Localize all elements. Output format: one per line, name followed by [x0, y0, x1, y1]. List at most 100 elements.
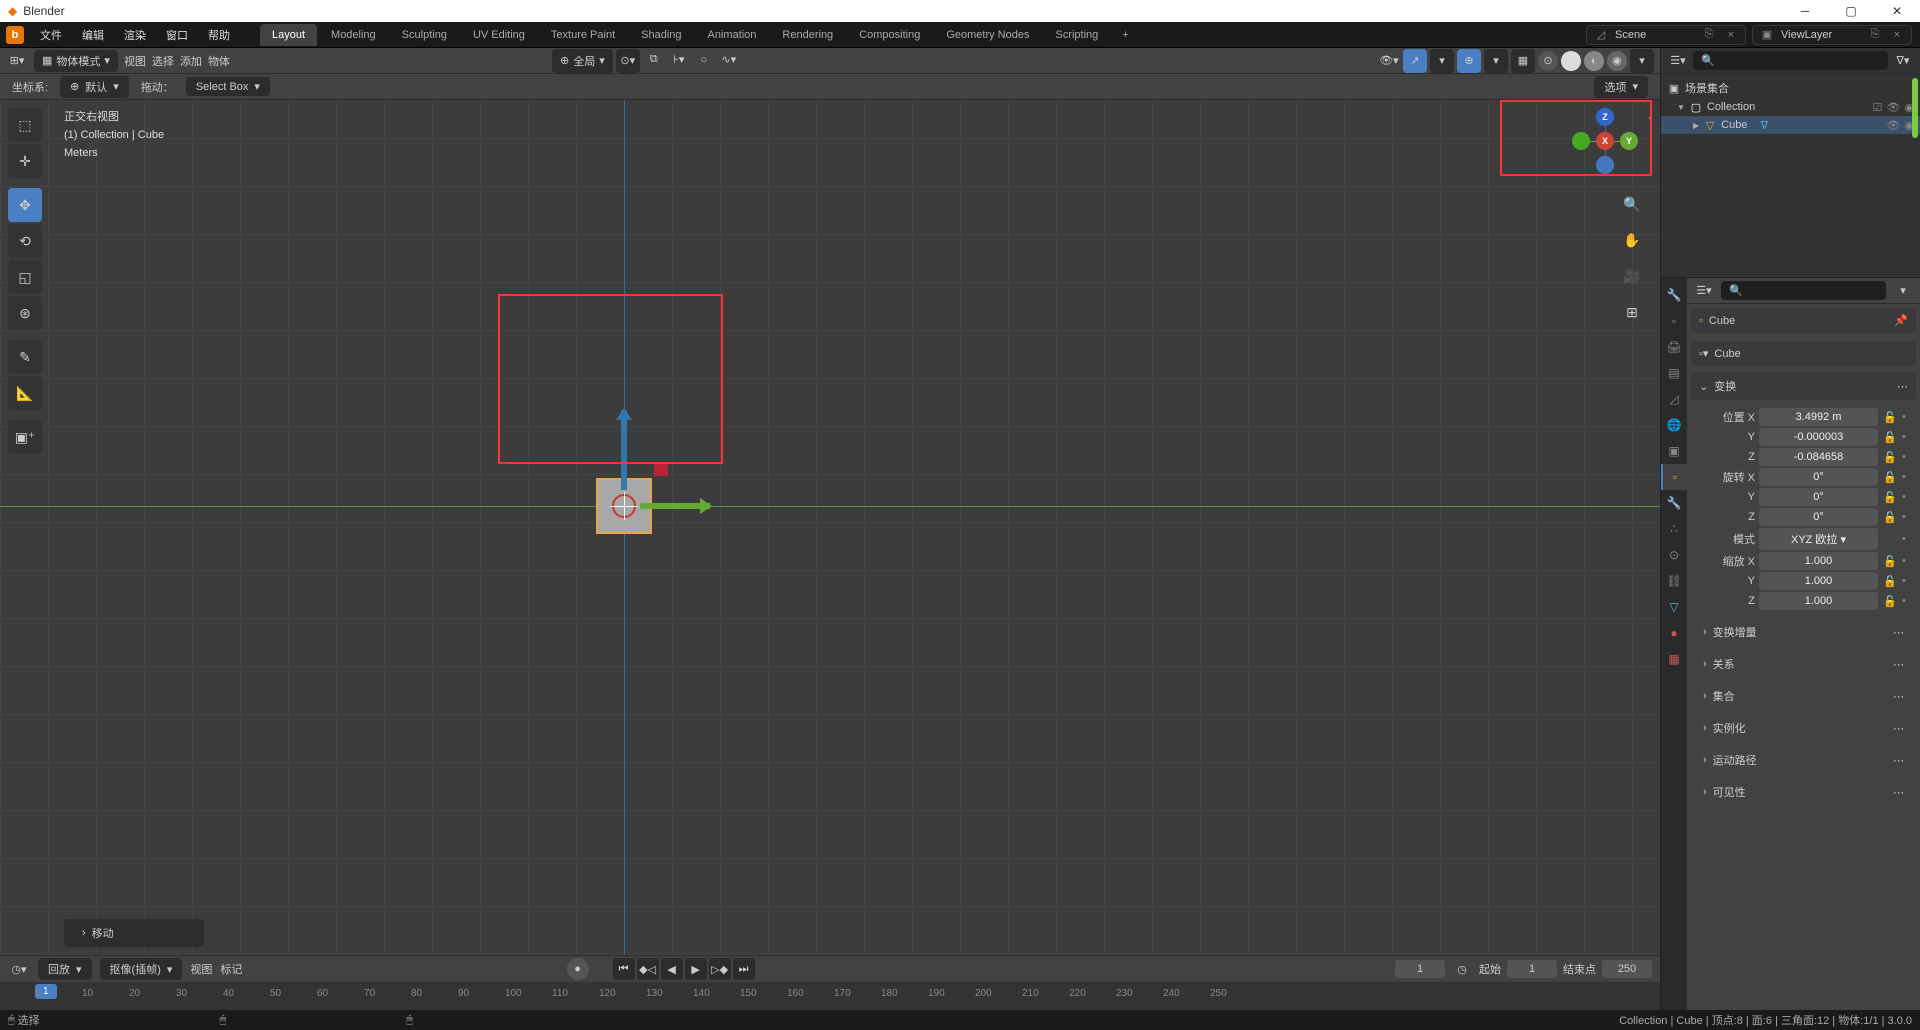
- ptab-output[interactable]: 🖨: [1661, 334, 1687, 360]
- rot-y-field[interactable]: 0°: [1759, 488, 1878, 506]
- lock-icon[interactable]: 🔓: [1882, 491, 1898, 504]
- ptab-tool[interactable]: 🔧: [1661, 282, 1687, 308]
- play-reverse-icon[interactable]: ◀: [661, 958, 683, 980]
- timeline-marker-menu[interactable]: 标记: [220, 961, 242, 977]
- pan-icon[interactable]: ✋: [1618, 226, 1646, 254]
- tree-cube[interactable]: ▶ ▽ Cube ∇ 👁◉: [1661, 116, 1920, 134]
- shade-options[interactable]: ▾: [1630, 49, 1654, 73]
- rot-mode-field[interactable]: XYZ 欧拉 ▾: [1759, 528, 1878, 550]
- tab-modeling[interactable]: Modeling: [319, 24, 388, 46]
- vis-panel[interactable]: ›可见性⋯: [1691, 778, 1916, 806]
- pivot-button[interactable]: ⊙▾: [616, 49, 640, 73]
- delta-panel[interactable]: ›变换增量⋯: [1691, 618, 1916, 646]
- props-search[interactable]: 🔍: [1721, 281, 1886, 300]
- tab-texture[interactable]: Texture Paint: [539, 24, 627, 46]
- last-operator-panel[interactable]: › 移动: [64, 919, 204, 947]
- tool-cursor[interactable]: ✛: [8, 144, 42, 178]
- instancing-panel[interactable]: ›实例化⋯: [1691, 714, 1916, 742]
- ptab-material[interactable]: ●: [1661, 620, 1687, 646]
- viewlayer-name-input[interactable]: [1781, 29, 1861, 41]
- outliner-scrollbar[interactable]: [1912, 78, 1918, 138]
- filter-icon[interactable]: ∇▾: [1892, 50, 1914, 72]
- transform-panel-header[interactable]: ⌄ 变换 ⋯: [1691, 372, 1916, 400]
- orientation-selector[interactable]: ⊕全局▾: [552, 49, 613, 73]
- pin-icon[interactable]: 📌: [1894, 314, 1908, 327]
- pin-icon[interactable]: ⎘: [1701, 27, 1717, 43]
- eye-icon[interactable]: 👁: [1886, 101, 1900, 114]
- overlay-options[interactable]: ▾: [1484, 49, 1508, 73]
- tool-annotate[interactable]: ✎: [8, 340, 42, 374]
- next-key-icon[interactable]: ▷◆: [709, 958, 731, 980]
- close-button[interactable]: ✕: [1874, 0, 1920, 22]
- camera-view-icon[interactable]: 🎥: [1618, 262, 1646, 290]
- menu-render[interactable]: 渲染: [114, 23, 156, 47]
- new-layer-icon[interactable]: ⎘: [1867, 27, 1883, 43]
- tool-addcube[interactable]: ▣⁺: [8, 420, 42, 454]
- editor-type-icon[interactable]: ⊞▾: [6, 50, 28, 72]
- tool-select[interactable]: ⬚: [8, 108, 42, 142]
- options-dropdown[interactable]: 选项 ▾: [1594, 76, 1648, 98]
- lock-icon[interactable]: 🔓: [1882, 411, 1898, 424]
- tree-scene-collection[interactable]: ▣ 场景集合: [1661, 78, 1920, 98]
- ptab-data[interactable]: ▽: [1661, 594, 1687, 620]
- jump-start-icon[interactable]: ⏮: [613, 958, 635, 980]
- select-menu[interactable]: 选择: [152, 53, 174, 69]
- start-frame-field[interactable]: 1: [1507, 960, 1557, 978]
- ptab-viewlayer[interactable]: ▤: [1661, 360, 1687, 386]
- tab-animation[interactable]: Animation: [696, 24, 769, 46]
- chevron-down-icon[interactable]: ▼: [1677, 103, 1685, 112]
- loc-x-field[interactable]: 3.4992 m: [1759, 408, 1878, 426]
- maximize-button[interactable]: ▢: [1828, 0, 1874, 22]
- breadcrumb[interactable]: ▫ Cube 📌: [1691, 308, 1916, 333]
- tab-layout[interactable]: Layout: [260, 24, 317, 46]
- ptab-object[interactable]: ▫: [1661, 464, 1687, 490]
- shade-matprev[interactable]: ◐: [1584, 51, 1604, 71]
- ptab-scene[interactable]: ◿: [1661, 386, 1687, 412]
- gizmo-toggle[interactable]: ↗: [1403, 49, 1427, 73]
- lock-icon[interactable]: 🔓: [1882, 431, 1898, 444]
- play-icon[interactable]: ▶: [685, 958, 707, 980]
- xray-toggle[interactable]: ▦: [1511, 49, 1535, 73]
- clock-icon[interactable]: ◷: [1451, 958, 1473, 980]
- playback-menu[interactable]: 回放 ▾: [38, 958, 92, 980]
- collections-panel[interactable]: ›集合⋯: [1691, 682, 1916, 710]
- loc-y-field[interactable]: -0.000003: [1759, 428, 1878, 446]
- minimize-button[interactable]: ─: [1782, 0, 1828, 22]
- lock-icon[interactable]: 🔓: [1882, 511, 1898, 524]
- close-layer-icon[interactable]: ×: [1889, 27, 1905, 43]
- ptab-constraints[interactable]: ⛓: [1661, 568, 1687, 594]
- mode-selector[interactable]: ▦ 物体模式 ▾: [34, 50, 118, 72]
- object-menu[interactable]: 物体: [208, 53, 230, 69]
- prev-key-icon[interactable]: ◆◁: [637, 958, 659, 980]
- prop-edit-type[interactable]: ∿▾: [718, 49, 740, 71]
- current-frame-field[interactable]: 1: [1395, 960, 1445, 978]
- tool-measure[interactable]: 📐: [8, 376, 42, 410]
- 3d-viewport[interactable]: ⬚ ✛ ✥ ⟲ ◱ ⊛ ✎ 📐 ▣⁺ 正交右视图 (1) Collection …: [0, 100, 1660, 955]
- overlay-toggle[interactable]: ⊕: [1457, 49, 1481, 73]
- orient-dropdown[interactable]: ⊕ 默认 ▾: [60, 76, 129, 98]
- props-editor-icon[interactable]: ☰▾: [1693, 280, 1715, 302]
- tab-compositing[interactable]: Compositing: [847, 24, 932, 46]
- outliner-search[interactable]: 🔍: [1693, 51, 1888, 70]
- shade-rendered[interactable]: ◉: [1607, 51, 1627, 71]
- lock-icon[interactable]: 🔓: [1882, 555, 1898, 568]
- panel-menu-icon[interactable]: ⋯: [1893, 626, 1904, 639]
- tool-rotate[interactable]: ⟲: [8, 224, 42, 258]
- ptab-modifiers[interactable]: 🔧: [1661, 490, 1687, 516]
- scale-z-field[interactable]: 1.000: [1759, 592, 1878, 610]
- ptab-particles[interactable]: ∴: [1661, 516, 1687, 542]
- timeline-ruler[interactable]: 1 11020304050607080901001101201301401501…: [0, 982, 1660, 1010]
- check-icon[interactable]: ☑: [1873, 101, 1883, 114]
- lock-icon[interactable]: 🔓: [1882, 575, 1898, 588]
- panel-menu-icon[interactable]: ⋯: [1893, 722, 1904, 735]
- prop-edit-icon[interactable]: ○: [693, 49, 715, 71]
- loc-z-field[interactable]: -0.084658: [1759, 448, 1878, 466]
- props-options[interactable]: ▾: [1892, 280, 1914, 302]
- panel-menu-icon[interactable]: ⋯: [1893, 754, 1904, 767]
- rot-x-field[interactable]: 0°: [1759, 468, 1878, 486]
- close-scene-icon[interactable]: ×: [1723, 27, 1739, 43]
- tree-collection[interactable]: ▼ ▢ Collection ☑👁◉: [1661, 98, 1920, 116]
- menu-file[interactable]: 文件: [30, 23, 72, 47]
- shade-wireframe[interactable]: ⊙: [1538, 51, 1558, 71]
- tab-uv[interactable]: UV Editing: [461, 24, 537, 46]
